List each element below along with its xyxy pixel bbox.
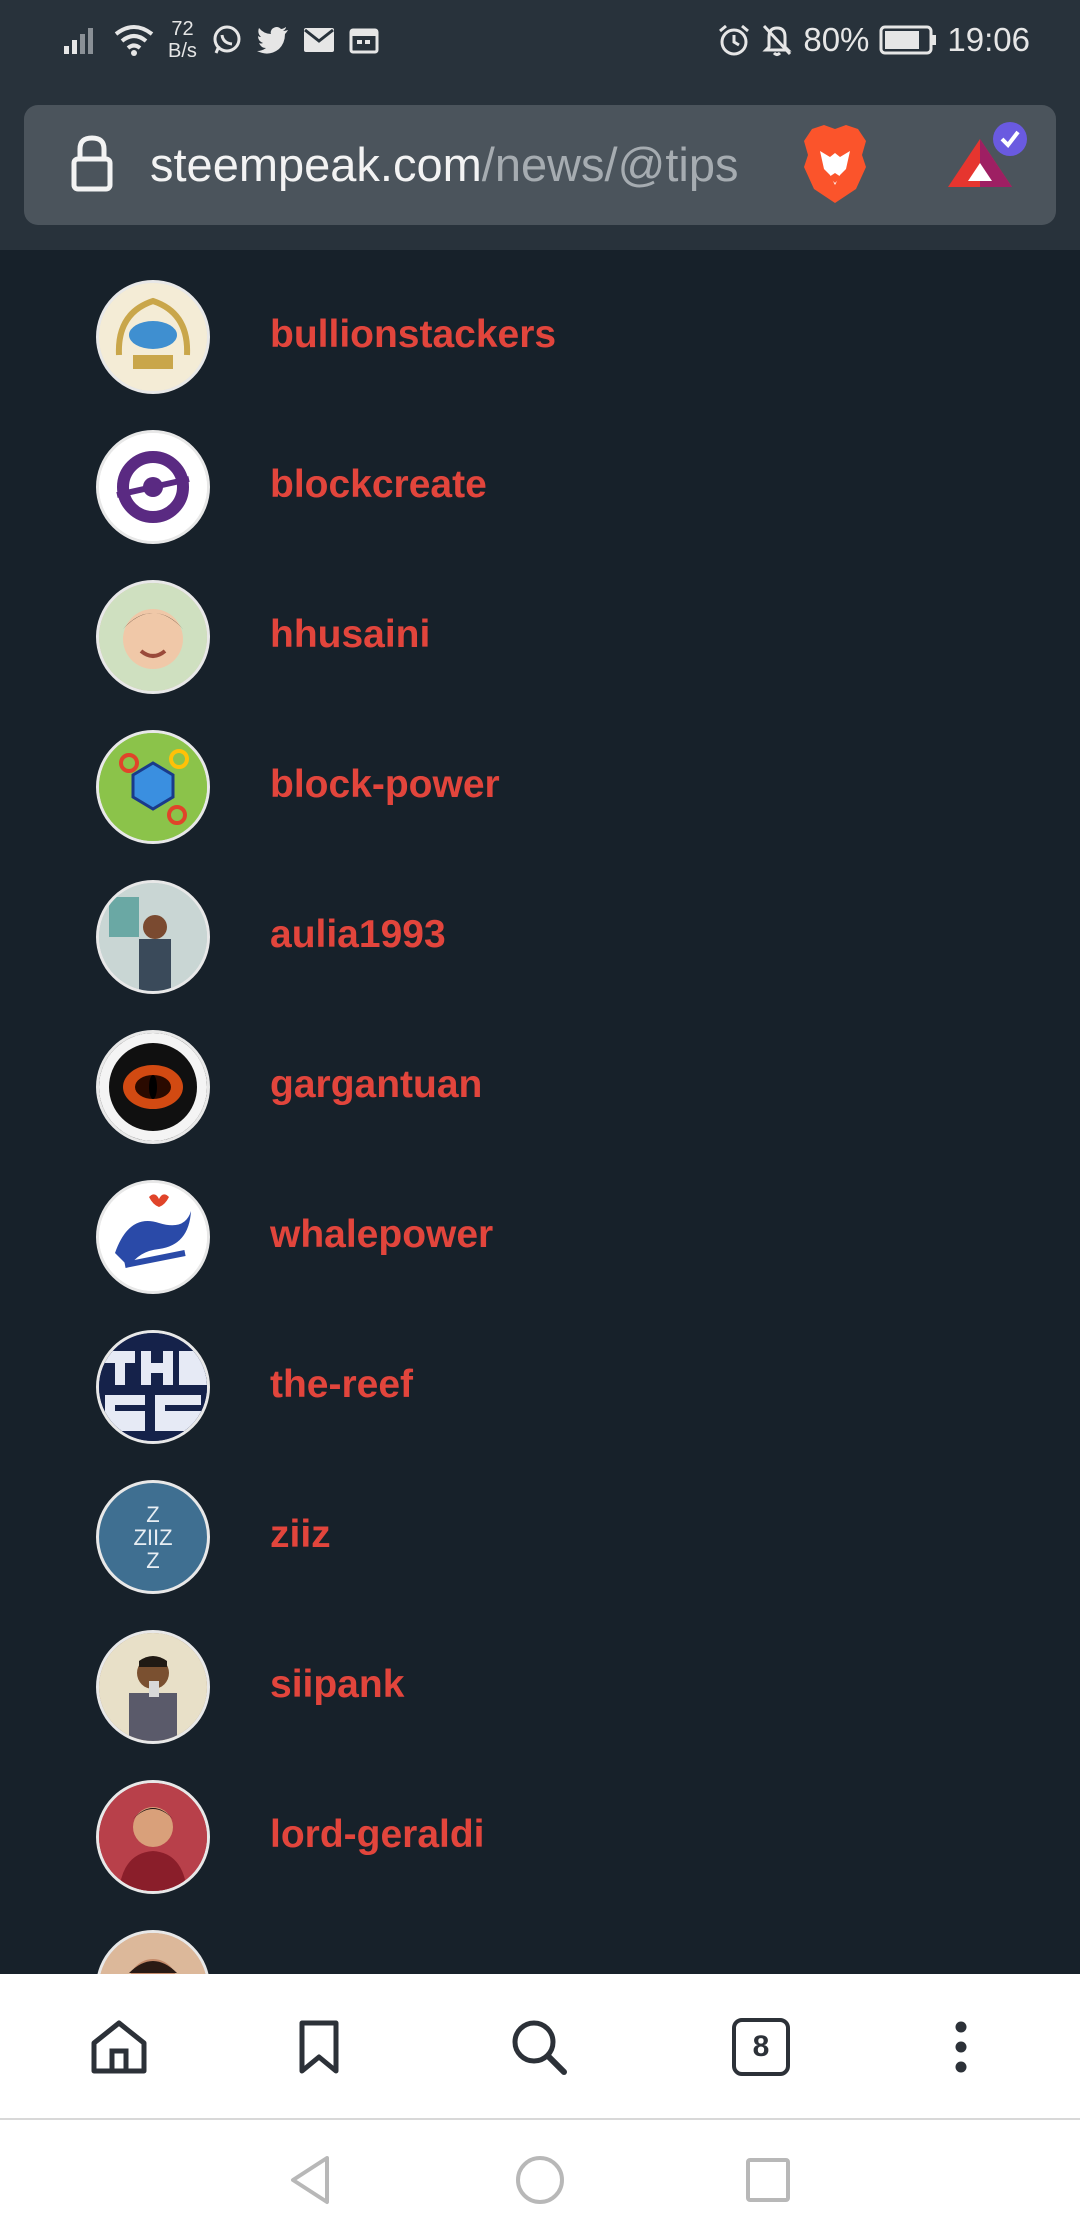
calendar-icon xyxy=(349,26,379,54)
clock: 19:06 xyxy=(947,21,1030,58)
avatar[interactable] xyxy=(96,730,210,844)
status-bar: 72 B/s 80% 19:06 xyxy=(0,0,1080,80)
list-item[interactable]: the-reef xyxy=(0,1300,1080,1450)
net-speed: 72 B/s xyxy=(168,18,197,62)
list-item[interactable]: hhusaini xyxy=(0,550,1080,700)
avatar[interactable]: Z ZIIZ Z xyxy=(96,1480,210,1594)
tab-count: 8 xyxy=(752,2030,770,2063)
list-item[interactable]: siipank xyxy=(0,1600,1080,1750)
list-item[interactable]: Z ZIIZ Z ziiz xyxy=(0,1450,1080,1600)
address-bar[interactable]: steempeak.com/news/@tips xyxy=(24,105,1056,225)
tabs-icon: 8 xyxy=(732,2018,790,2076)
list-item[interactable]: whalepower xyxy=(0,1150,1080,1300)
back-icon xyxy=(287,2154,333,2206)
more-menu-button[interactable] xyxy=(906,1974,1016,2120)
avatar[interactable] xyxy=(96,1630,210,1744)
battery-percent: 80% xyxy=(803,21,870,58)
brave-shields-icon[interactable] xyxy=(800,123,870,210)
list-item[interactable]: aulia1993 xyxy=(0,850,1080,1000)
avatar-text: Z ZIIZ Z xyxy=(133,1501,173,1573)
bookmark-icon xyxy=(298,2019,340,2075)
back-button[interactable] xyxy=(260,2120,360,2240)
net-speed-unit: B/s xyxy=(168,40,197,62)
avatar[interactable] xyxy=(96,880,210,994)
list-item[interactable]: bullionstackers xyxy=(0,250,1080,400)
home-circle-icon xyxy=(514,2154,566,2206)
lock-icon[interactable] xyxy=(70,135,114,198)
avatar[interactable] xyxy=(96,1030,210,1144)
list-item[interactable]: block-power xyxy=(0,700,1080,850)
home-button[interactable] xyxy=(64,1974,174,2120)
bookmark-button[interactable] xyxy=(264,1974,374,2120)
system-nav-bar xyxy=(0,2120,1080,2240)
url-text[interactable]: steempeak.com/news/@tips xyxy=(150,105,738,225)
wifi-icon xyxy=(114,24,154,56)
search-icon xyxy=(510,2018,568,2076)
bottom-toolbar: 8 xyxy=(0,1974,1080,2120)
url-path: /news/@tips xyxy=(481,138,739,191)
avatar[interactable] xyxy=(96,1180,210,1294)
search-button[interactable] xyxy=(484,1974,594,2120)
net-speed-value: 72 xyxy=(171,18,194,40)
username[interactable]: hhusaini xyxy=(270,605,430,665)
list-item[interactable]: gargantuan xyxy=(0,1000,1080,1150)
url-domain: steempeak.com xyxy=(150,138,482,191)
twitter-icon xyxy=(256,26,289,54)
avatar[interactable] xyxy=(96,580,210,694)
recents-icon xyxy=(744,2156,792,2204)
status-left: 72 B/s xyxy=(64,14,379,66)
avatar[interactable] xyxy=(96,430,210,544)
follower-list: bullionstackers blockcreate hhusaini blo… xyxy=(0,250,1080,1974)
home-icon xyxy=(90,2019,148,2075)
browser-toolbar: steempeak.com/news/@tips xyxy=(0,80,1080,250)
more-vert-icon xyxy=(954,2021,968,2073)
username[interactable]: aulia1993 xyxy=(270,905,446,965)
status-right: 80% 19:06 xyxy=(717,14,1030,66)
avatar[interactable] xyxy=(96,280,210,394)
bell-off-icon xyxy=(761,23,793,57)
username[interactable]: bullionstackers xyxy=(270,305,556,365)
username[interactable]: blockcreate xyxy=(270,455,487,515)
whatsapp-icon xyxy=(211,24,243,56)
username[interactable]: block-power xyxy=(270,755,500,815)
alarm-icon xyxy=(717,23,751,57)
mail-icon xyxy=(303,27,335,53)
avatar[interactable] xyxy=(96,1330,210,1444)
username[interactable]: siipank xyxy=(270,1655,404,1715)
list-item[interactable] xyxy=(0,1900,1080,1974)
username[interactable]: whalepower xyxy=(270,1205,493,1265)
brave-rewards-icon[interactable] xyxy=(944,119,1034,200)
avatar[interactable] xyxy=(96,1930,210,1974)
username[interactable]: ziiz xyxy=(270,1505,331,1565)
battery-icon xyxy=(879,25,937,55)
tabs-button[interactable]: 8 xyxy=(706,1974,816,2120)
username[interactable]: lord-geraldi xyxy=(270,1805,485,1865)
list-item[interactable]: lord-geraldi xyxy=(0,1750,1080,1900)
avatar[interactable] xyxy=(96,1780,210,1894)
list-item[interactable]: blockcreate xyxy=(0,400,1080,550)
username[interactable]: gargantuan xyxy=(270,1055,482,1115)
username[interactable]: the-reef xyxy=(270,1355,413,1415)
home-nav-button[interactable] xyxy=(490,2120,590,2240)
recents-button[interactable] xyxy=(718,2120,818,2240)
signal-icon xyxy=(64,26,100,54)
